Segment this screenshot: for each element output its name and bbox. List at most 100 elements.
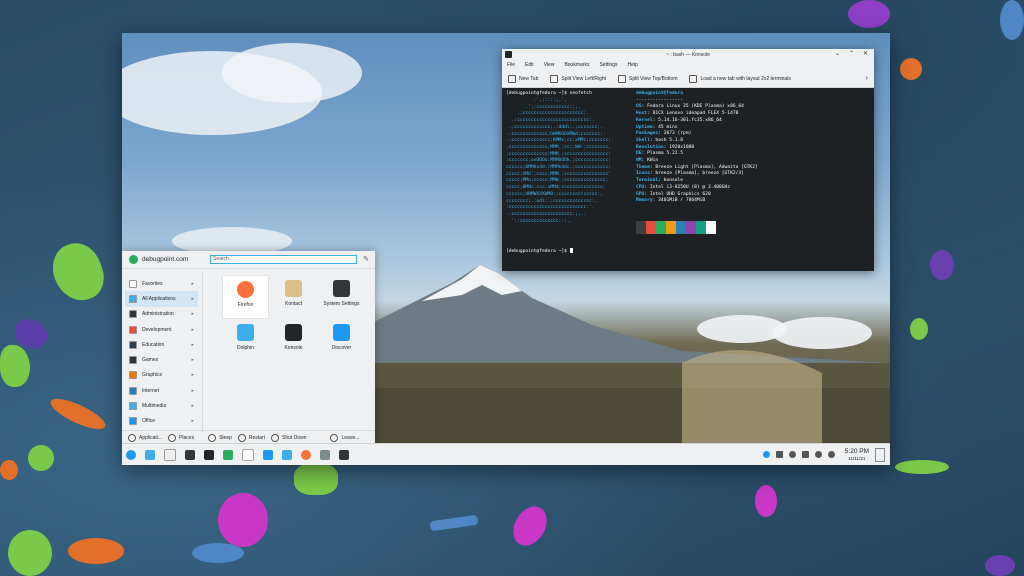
chevron-right-icon: ▸ (191, 387, 194, 394)
volume-icon[interactable] (788, 451, 796, 458)
footer-places-tab[interactable]: Places (168, 434, 194, 442)
app-tile[interactable]: System Settings (318, 275, 365, 319)
chevron-right-icon: ▸ (191, 418, 194, 425)
category-icon (129, 371, 137, 380)
minimize-icon[interactable]: ⌄ (835, 50, 840, 57)
close-icon[interactable]: ✕ (863, 50, 868, 57)
split-left-right-button[interactable]: Split View Left/Right (550, 74, 606, 83)
category-item[interactable]: Graphics ▸ (125, 368, 198, 383)
chevron-right-icon: ▸ (191, 403, 194, 410)
category-item[interactable]: Games ▸ (125, 352, 198, 367)
tray-expand-icon[interactable] (827, 451, 835, 458)
info-value: 3401MiB / 7864MiB (658, 198, 706, 204)
show-desktop-icon[interactable] (875, 447, 885, 462)
category-icon (129, 417, 137, 426)
app-tile[interactable]: Dolphin (222, 319, 269, 363)
task-terminal-icon[interactable] (204, 449, 214, 460)
terminal-prompt: [debugpoint@fedora ~]$ (506, 248, 573, 256)
load-layout-button[interactable]: Load a new tab with layout 2x2 terminals (689, 74, 791, 83)
avatar[interactable] (129, 255, 138, 264)
app-tile[interactable]: Firefox (222, 275, 269, 319)
terminal-area[interactable]: [debugpoint@fedora ~]$ neofetch .',;::::… (502, 88, 874, 271)
decor-shape (294, 463, 338, 495)
toolbar-overflow-icon[interactable]: › (866, 75, 868, 82)
category-item[interactable]: All Applications ▸ (125, 291, 198, 307)
split-top-bottom-button[interactable]: Split View Top/Bottom (618, 74, 677, 83)
category-label: Education (142, 341, 165, 348)
pager-icon[interactable] (164, 448, 176, 461)
app-tile[interactable]: Discover (318, 319, 365, 363)
category-item[interactable]: Office ▸ (125, 414, 198, 429)
leave-button[interactable]: Leave... (330, 434, 359, 442)
decor-shape (755, 485, 777, 517)
task-document-icon[interactable] (242, 448, 254, 461)
footer-applications-tab[interactable]: Applicati... (128, 434, 162, 442)
menu-settings[interactable]: Settings (599, 62, 617, 68)
info-key: Theme (636, 164, 650, 170)
category-icon (129, 279, 137, 288)
task-konsole-icon[interactable] (185, 449, 195, 460)
decor-shape (506, 500, 554, 552)
category-item[interactable]: Development ▸ (125, 322, 198, 337)
search-input[interactable]: Search... (210, 255, 357, 264)
info-key: Uptime (636, 124, 653, 130)
info-line: Shell: bash 5.1.8 (636, 138, 758, 145)
category-icon (129, 325, 137, 334)
category-item[interactable]: Education ▸ (125, 337, 198, 352)
task-app-icon-2[interactable] (320, 449, 330, 460)
new-tab-button[interactable]: New Tab (508, 74, 538, 83)
menu-bookmarks[interactable]: Bookmarks (564, 62, 589, 68)
task-firefox-icon[interactable] (301, 449, 311, 460)
category-item[interactable]: Administration ▸ (125, 307, 198, 322)
menu-view[interactable]: View (544, 62, 555, 68)
task-app-icon[interactable] (223, 449, 233, 460)
clipboard-icon[interactable] (775, 451, 783, 458)
info-icon[interactable] (762, 451, 770, 458)
app-tile[interactable]: Konsole (270, 319, 317, 363)
category-item[interactable]: Internet ▸ (125, 383, 198, 398)
info-value: Intel i3-8250U (8) @ 3.400GHz (649, 184, 731, 190)
konsole-titlebar[interactable]: ~ : bash — Konsole ⌄ ⌃ ✕ (502, 49, 874, 60)
category-icon (129, 310, 137, 319)
info-key: Resolution (636, 144, 664, 150)
task-dolphin-icon[interactable] (282, 449, 292, 460)
task-app-icon-3[interactable] (339, 449, 349, 460)
decor-shape (0, 345, 30, 387)
decor-shape (985, 555, 1015, 576)
clock[interactable]: 5:20 PM 11/11/21 (845, 448, 869, 462)
app-launcher-icon[interactable] (126, 449, 136, 460)
pin-icon[interactable]: ✎ (363, 255, 369, 263)
task-discover-icon[interactable] (263, 449, 273, 460)
decor-shape (930, 250, 954, 280)
sleep-button[interactable]: Sleep (208, 434, 232, 442)
menu-file[interactable]: File (507, 62, 515, 68)
folder-icon (237, 324, 254, 341)
restart-button[interactable]: Restart (237, 434, 265, 442)
info-list: OS: Fedora Linux 35 (KDE Plasma) x86_64 H… (636, 104, 758, 205)
category-label: Administration (142, 311, 174, 318)
network-icon[interactable] (814, 451, 822, 458)
menu-edit[interactable]: Edit (525, 62, 534, 68)
info-key: Packages (636, 131, 659, 137)
palette-swatch (666, 221, 676, 234)
info-line: Memory: 3401MiB / 7864MiB (636, 198, 758, 205)
konsole-window[interactable]: ~ : bash — Konsole ⌄ ⌃ ✕ File Edit View … (502, 49, 874, 271)
chevron-right-icon: ▸ (191, 341, 194, 348)
info-value: 5.14.16-301.fc35.x86_64 (658, 117, 722, 123)
info-value: breeze [Plasma], breeze [GTK2/3] (655, 171, 744, 177)
palette-swatch (646, 221, 656, 234)
desktop-pager-icon[interactable] (145, 449, 155, 460)
app-tile[interactable]: Kontact (270, 275, 317, 319)
shutdown-button[interactable]: Shut Down (271, 434, 306, 442)
applications-icon (128, 434, 136, 442)
color-palette (636, 221, 716, 234)
info-line: Packages: 2073 (rpm) (636, 131, 758, 138)
category-item[interactable]: Multimedia ▸ (125, 398, 198, 413)
battery-icon[interactable] (801, 451, 809, 458)
category-item[interactable]: Favorites ▸ (125, 276, 198, 291)
maximize-icon[interactable]: ⌃ (849, 50, 854, 57)
leave-icon (330, 434, 339, 442)
menu-help[interactable]: Help (628, 62, 638, 68)
palette-swatch (686, 221, 696, 234)
terminal-cursor (569, 248, 573, 253)
